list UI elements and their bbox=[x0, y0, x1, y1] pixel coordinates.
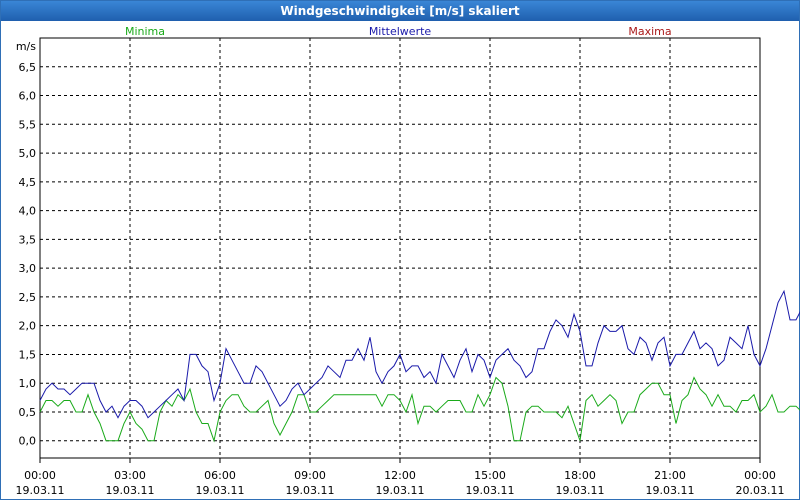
x-tick-time-label: 12:00 bbox=[384, 469, 416, 482]
x-tick-time-label: 18:00 bbox=[564, 469, 596, 482]
y-tick-label: 1,5 bbox=[19, 348, 37, 361]
y-tick-label: 6,0 bbox=[19, 90, 37, 103]
x-tick-date-label: 19.03.11 bbox=[556, 484, 605, 497]
y-tick-label: 3,0 bbox=[19, 262, 37, 275]
legend: Minima Mittelwerte Maxima bbox=[125, 25, 672, 38]
x-tick-date-label: 19.03.11 bbox=[196, 484, 245, 497]
chart-svg: 0,0 0,5 1,0 1,5 2,0 2,5 3,0 3,5 4,0 4,5 5,0 5,5 6,0 6… bbox=[16, 25, 800, 497]
y-tick-label: 1,0 bbox=[19, 377, 37, 390]
y-axis-label: m/s bbox=[16, 40, 36, 53]
grid-lines bbox=[40, 38, 760, 458]
x-tick-time-label: 00:00 bbox=[24, 469, 56, 482]
x-tick-date-label: 19.03.11 bbox=[466, 484, 515, 497]
y-tick-label: 2,0 bbox=[19, 320, 37, 333]
x-tick-date-label: 20.03.11 bbox=[736, 484, 785, 497]
y-tick-label: 0,5 bbox=[19, 406, 37, 419]
x-tick-date-label: 19.03.11 bbox=[286, 484, 335, 497]
y-tick-label: 4,0 bbox=[19, 205, 37, 218]
y-tick-label: 0,0 bbox=[19, 435, 37, 448]
x-tick-time-label: 15:00 bbox=[474, 469, 506, 482]
x-tick-date-label: 19.03.11 bbox=[376, 484, 425, 497]
y-tick-label: 2,5 bbox=[19, 291, 37, 304]
y-tick-label: 3,5 bbox=[19, 233, 37, 246]
legend-entry-minima: Minima bbox=[125, 25, 165, 38]
y-tick-label: 5,5 bbox=[19, 118, 37, 131]
x-tick-time-label: 00:00 bbox=[744, 469, 776, 482]
y-tick-label: 4,5 bbox=[19, 176, 37, 189]
x-tick-time-label: 06:00 bbox=[204, 469, 236, 482]
series-line-minima bbox=[39, 376, 800, 443]
legend-entry-maxima: Maxima bbox=[628, 25, 671, 38]
y-tick-label: 5,0 bbox=[19, 147, 37, 160]
x-tick-time-label: 09:00 bbox=[294, 469, 326, 482]
x-tick-time-label: 21:00 bbox=[654, 469, 686, 482]
x-tick-date-label: 19.03.11 bbox=[106, 484, 155, 497]
legend-entry-mittelwerte: Mittelwerte bbox=[369, 25, 432, 38]
series-line-mittelwerte bbox=[39, 289, 800, 419]
x-tick-date-label: 19.03.11 bbox=[16, 484, 65, 497]
y-tick-label: 6,5 bbox=[19, 61, 37, 74]
x-tick-date-label: 19.03.11 bbox=[646, 484, 695, 497]
x-tick-time-label: 03:00 bbox=[114, 469, 146, 482]
